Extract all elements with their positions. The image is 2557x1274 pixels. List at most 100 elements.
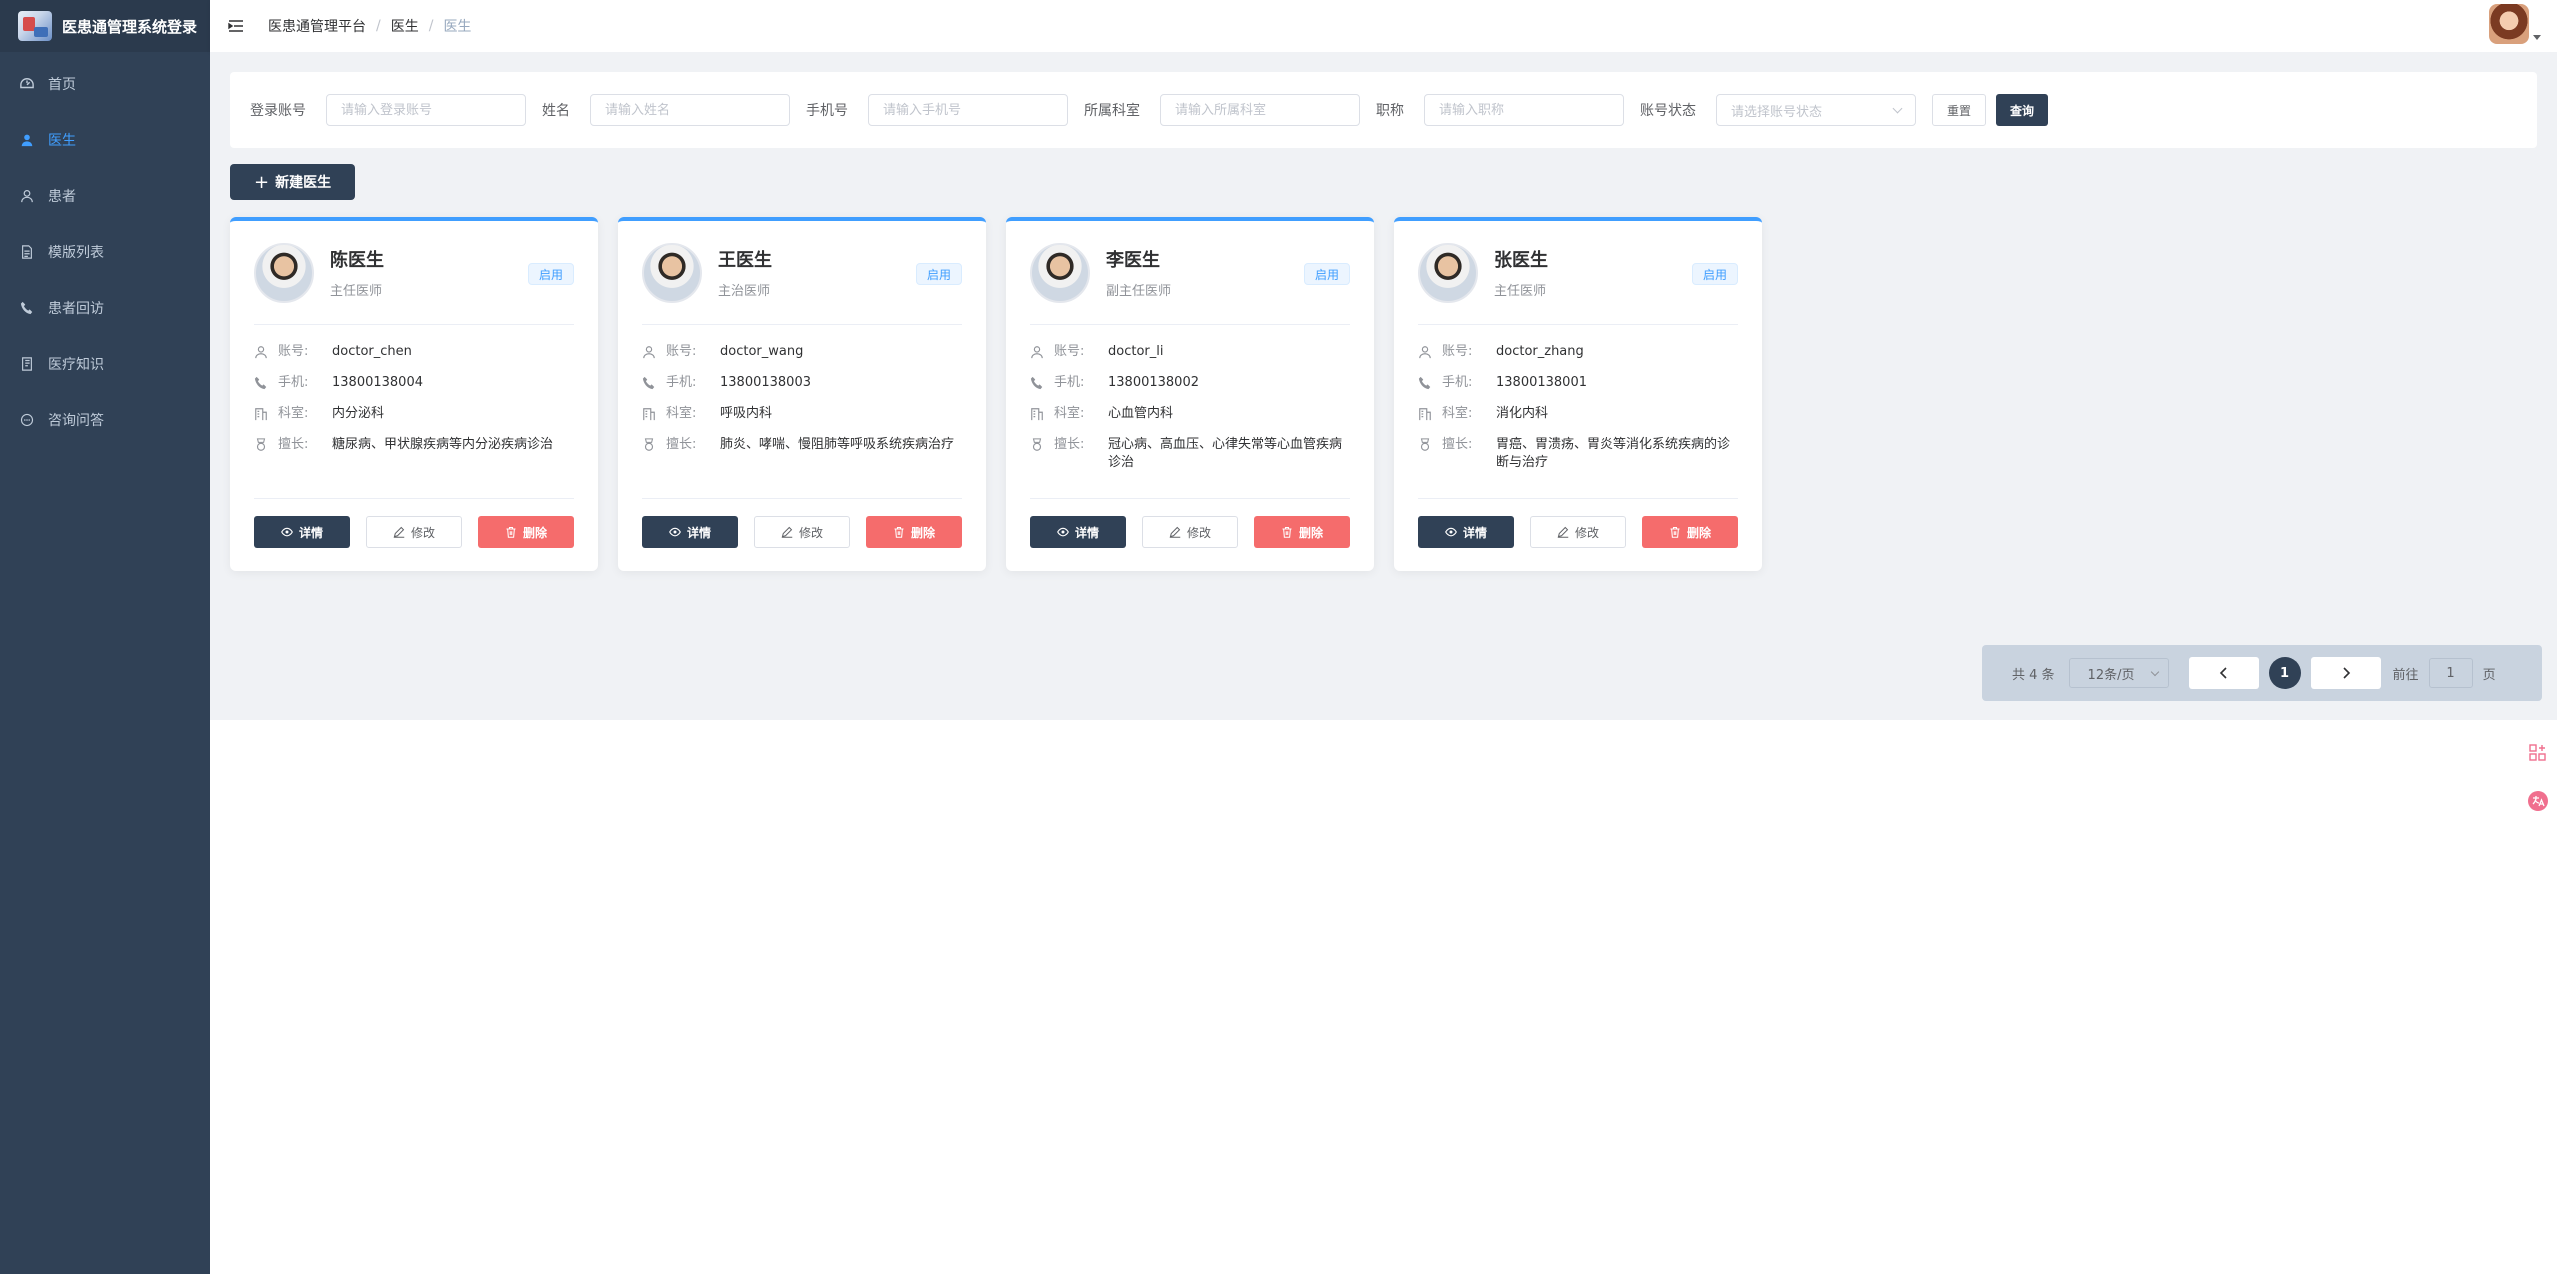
hamburger-icon[interactable] xyxy=(226,16,246,36)
reset-button[interactable]: 重置 xyxy=(1932,94,1987,126)
breadcrumb-item[interactable]: 医患通管理平台 xyxy=(268,16,366,36)
edit-button[interactable]: 修改 xyxy=(366,516,462,548)
phone-row: 手机: 13800138004 xyxy=(254,374,574,392)
doctor-card: 陈医生 主任医师 启用 账号: doctor_chen 手机: 13800138… xyxy=(230,217,598,571)
status-badge: 启用 xyxy=(1303,263,1350,285)
sidebar-item-knowledge[interactable]: 医疗知识 xyxy=(0,336,210,392)
top-header: 医患通管理平台 / 医生 / 医生 xyxy=(210,0,2557,52)
building-icon xyxy=(642,407,656,421)
delete-button[interactable]: 删除 xyxy=(478,516,574,548)
doctor-card-header: 王医生 主治医师 启用 xyxy=(642,221,962,325)
doctor-card: 李医生 副主任医师 启用 账号: doctor_li 手机: 138001380… xyxy=(1006,217,1374,571)
delete-button[interactable]: 删除 xyxy=(1254,516,1350,548)
page-size-select[interactable]: 12条/页 xyxy=(2068,658,2169,688)
account-label: 账号: xyxy=(666,344,697,359)
delete-button[interactable]: 删除 xyxy=(866,516,962,548)
building-icon xyxy=(254,407,268,421)
specialty-row: 擅长: 肺炎、哮喘、慢阻肺等呼吸系统疾病治疗 xyxy=(642,436,962,454)
doctor-avatar xyxy=(642,242,702,303)
avatar[interactable] xyxy=(2489,4,2529,44)
specialty-value: 冠心病、高血压、心律失常等心血管疾病诊治 xyxy=(1108,437,1343,470)
query-button[interactable]: 查询 xyxy=(1996,94,2049,126)
main-content: 登录账号 姓名 手机号 所属科室 职称 账号状态 请选择账号状态 重置 查询 +… xyxy=(210,52,2557,720)
translate-icon[interactable] xyxy=(2525,788,2551,814)
caret-down-icon xyxy=(2533,35,2541,40)
detail-label: 详情 xyxy=(1074,525,1099,540)
title-label: 职称 xyxy=(1376,103,1404,119)
sidebar-item-patients[interactable]: 患者 xyxy=(0,168,210,224)
name-input[interactable] xyxy=(590,94,790,126)
goto-page-input[interactable] xyxy=(2428,658,2473,688)
doctor-card-body: 账号: doctor_wang 手机: 13800138003 科室: 呼吸内科… xyxy=(642,325,962,499)
delete-button[interactable]: 删除 xyxy=(1642,516,1738,548)
page-number-current[interactable]: 1 xyxy=(2268,657,2301,689)
user-icon xyxy=(1418,345,1432,359)
medal-icon xyxy=(254,438,268,452)
delete-label: 删除 xyxy=(1298,525,1323,540)
user-icon xyxy=(20,133,34,147)
edit-button[interactable]: 修改 xyxy=(1142,516,1238,548)
phone-label: 手机: xyxy=(1054,375,1085,390)
breadcrumb-separator: / xyxy=(428,18,434,34)
account-value: doctor_zhang xyxy=(1496,344,1584,359)
floating-tools xyxy=(2525,740,2553,836)
doctor-avatar xyxy=(1030,242,1090,303)
sidebar-item-label: 医生 xyxy=(48,133,76,149)
sidebar-item-doctors[interactable]: 医生 xyxy=(0,112,210,168)
detail-button[interactable]: 详情 xyxy=(1418,516,1514,548)
detail-button[interactable]: 详情 xyxy=(1030,516,1126,548)
sidebar-item-templates[interactable]: 模版列表 xyxy=(0,224,210,280)
title-input[interactable] xyxy=(1424,94,1624,126)
dept-value: 呼吸内科 xyxy=(720,406,773,421)
specialty-row: 擅长: 冠心病、高血压、心律失常等心血管疾病诊治 xyxy=(1030,436,1350,472)
specialty-value: 肺炎、哮喘、慢阻肺等呼吸系统疾病治疗 xyxy=(720,437,955,452)
trash-icon xyxy=(1670,526,1680,538)
edit-button[interactable]: 修改 xyxy=(1530,516,1626,548)
specialty-row: 擅长: 胃癌、胃溃疡、胃炎等消化系统疾病的诊断与治疗 xyxy=(1418,436,1738,472)
doctor-card-body: 账号: doctor_li 手机: 13800138002 科室: 心血管内科 … xyxy=(1030,325,1350,499)
building-icon xyxy=(1418,407,1432,421)
edit-label: 修改 xyxy=(410,525,435,540)
sidebar-item-label: 模版列表 xyxy=(48,245,104,261)
detail-button[interactable]: 详情 xyxy=(254,516,350,548)
dept-row: 科室: 内分泌科 xyxy=(254,405,574,423)
breadcrumb-item[interactable]: 医生 xyxy=(391,16,419,36)
apps-icon[interactable] xyxy=(2525,740,2551,766)
dept-input[interactable] xyxy=(1160,94,1360,126)
edit-button[interactable]: 修改 xyxy=(754,516,850,548)
next-page-button[interactable] xyxy=(2310,657,2381,689)
building-icon xyxy=(1030,407,1044,421)
specialty-label: 擅长: xyxy=(1054,437,1085,452)
detail-label: 详情 xyxy=(686,525,711,540)
user-menu[interactable] xyxy=(2489,4,2541,44)
phone-row: 手机: 13800138001 xyxy=(1418,374,1738,392)
dept-value: 内分泌科 xyxy=(332,406,385,421)
specialty-value: 糖尿病、甲状腺疾病等内分泌疾病诊治 xyxy=(332,437,554,452)
detail-button[interactable]: 详情 xyxy=(642,516,738,548)
add-doctor-label: 新建医生 xyxy=(275,175,332,191)
account-input[interactable] xyxy=(326,94,526,126)
account-value: doctor_li xyxy=(1108,344,1164,359)
sidebar-item-followup[interactable]: 患者回访 xyxy=(0,280,210,336)
phone-value: 13800138004 xyxy=(332,375,423,390)
account-row: 账号: doctor_zhang xyxy=(1418,343,1738,361)
prev-page-button[interactable] xyxy=(2188,657,2259,689)
trash-icon xyxy=(506,526,516,538)
account-row: 账号: doctor_chen xyxy=(254,343,574,361)
page-suffix: 页 xyxy=(2482,667,2496,683)
app-logo-area[interactable]: 医患通管理系统登录 xyxy=(0,0,210,52)
eye-icon xyxy=(1445,527,1457,537)
phone-icon xyxy=(1030,376,1044,390)
doctor-name: 李医生 xyxy=(1106,250,1160,271)
app-title: 医患通管理系统登录 xyxy=(62,17,198,36)
name-label: 姓名 xyxy=(542,103,570,119)
breadcrumb-item-current: 医生 xyxy=(443,19,472,35)
status-select[interactable]: 请选择账号状态 xyxy=(1716,94,1916,126)
phone-input[interactable] xyxy=(868,94,1068,126)
sidebar-item-consult[interactable]: 咨询问答 xyxy=(0,392,210,448)
sidebar-item-home[interactable]: 首页 xyxy=(0,56,210,112)
sidebar-item-label: 患者 xyxy=(48,189,76,205)
book-icon xyxy=(20,357,34,371)
add-doctor-button[interactable]: + 新建医生 xyxy=(230,164,356,200)
trash-icon xyxy=(894,526,904,538)
